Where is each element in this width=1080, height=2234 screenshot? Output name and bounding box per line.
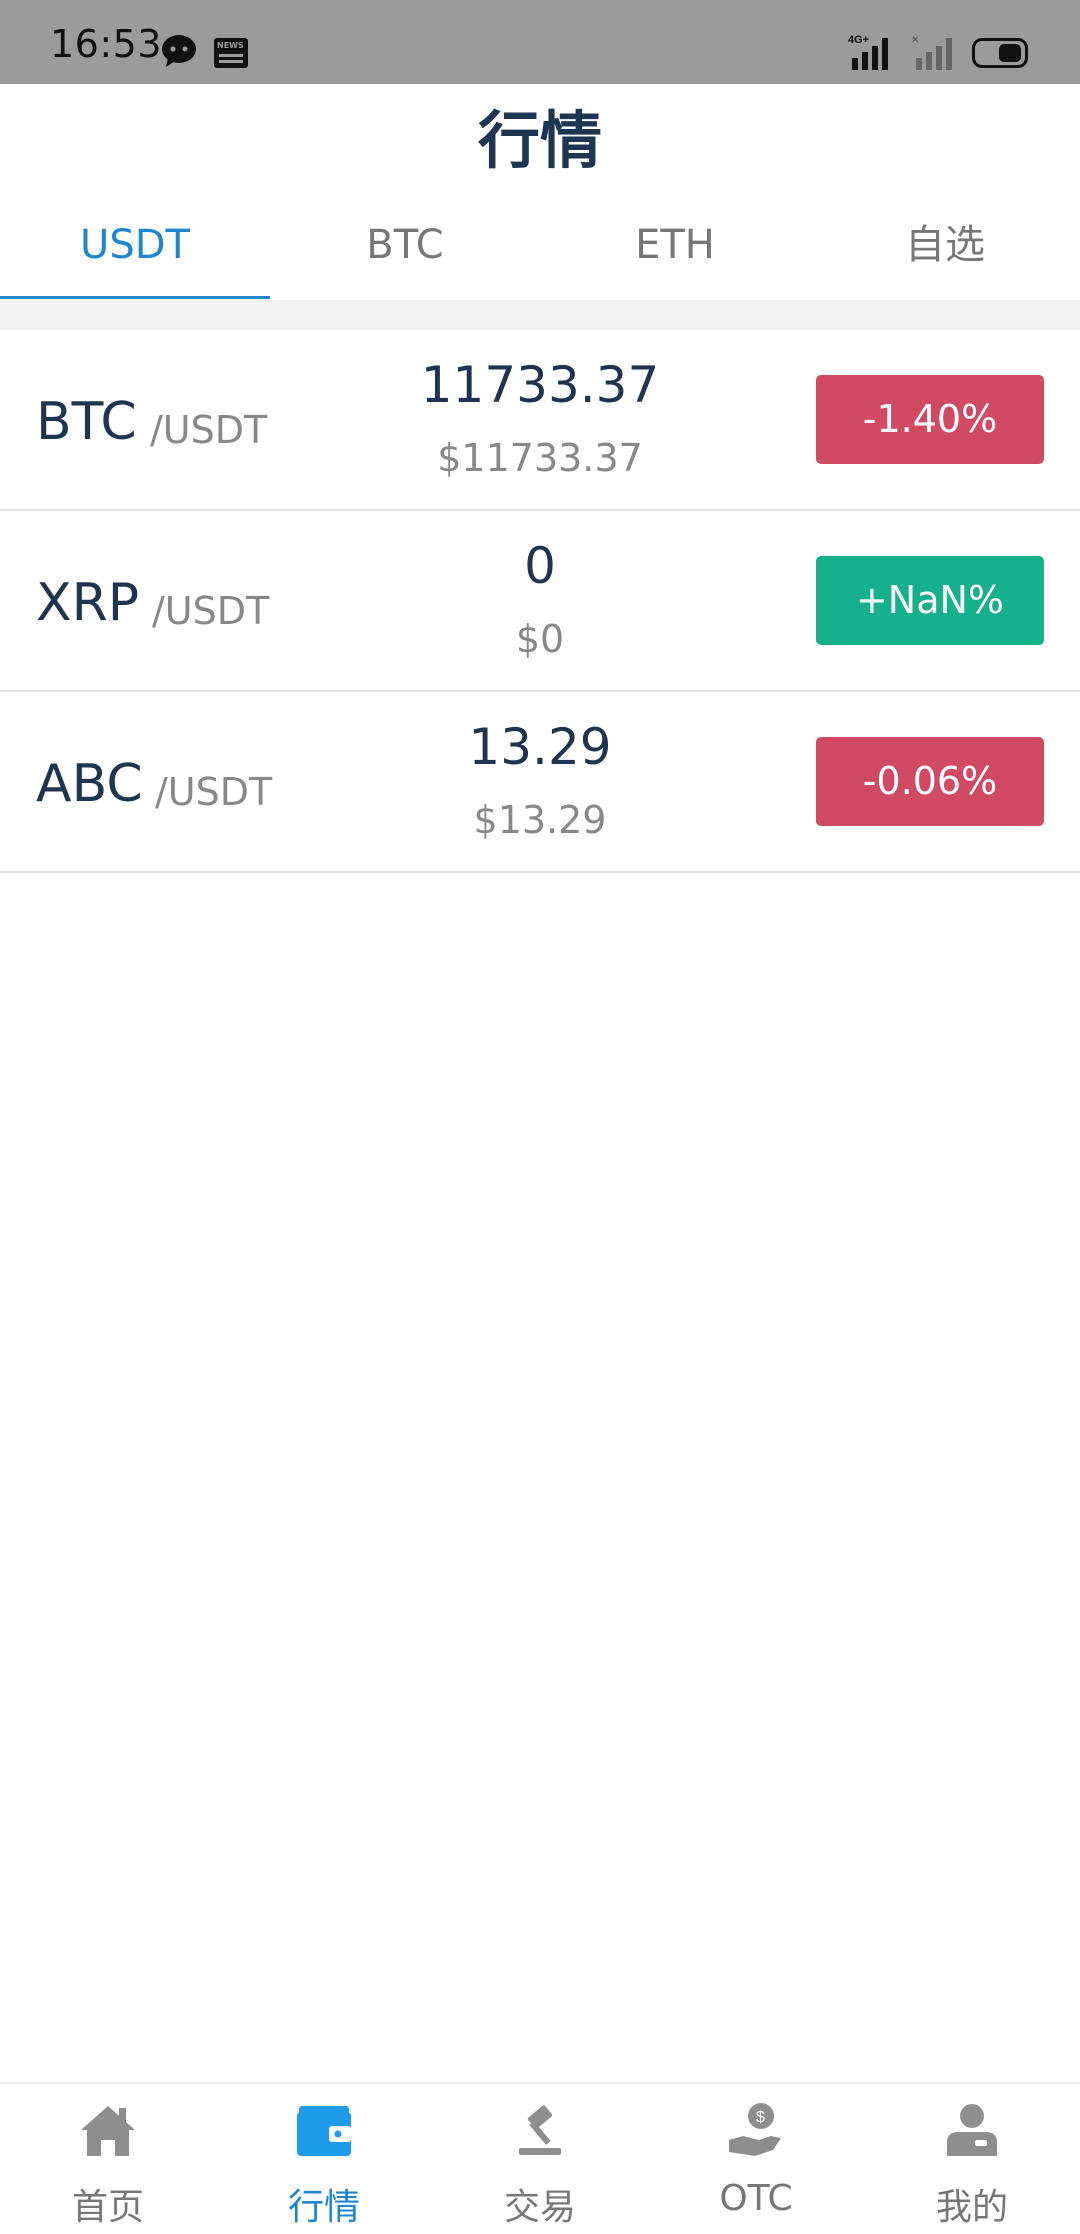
gavel-icon [519,2105,561,2155]
message-icon [162,35,196,67]
market-list: BTC /USDT 11733.37 $11733.37 -1.40% XRP … [0,330,1080,873]
nav-label: OTC [719,2178,793,2219]
nav-label: 我的 [935,2187,1008,2228]
user-icon [947,2104,997,2156]
tab-btc[interactable]: BTC [270,200,540,300]
bottom-nav: 首页 行情 交易 $ OTC 我的 [0,2082,1080,2232]
nav-trade[interactable]: 交易 [432,2084,648,2234]
tab-eth[interactable]: ETH [540,200,810,300]
pair-base: BTC [36,392,137,452]
nav-label: 交易 [503,2187,576,2228]
last-price: 11733.37 [420,356,660,414]
signal-4g-icon: 4G+ [848,34,888,70]
usd-price: $13.29 [473,798,607,842]
change-badge: -0.06% [816,737,1044,826]
tab-favorites[interactable]: 自选 [810,200,1080,300]
nav-otc[interactable]: $ OTC [648,2084,864,2234]
coin-hand-icon: $ [729,2103,781,2156]
usd-price: $0 [515,617,565,661]
status-bar: 16:53 4G+ × [0,0,1080,84]
market-tabs: USDT BTC ETH 自选 [0,200,1080,300]
signal-icon: × [912,34,952,70]
market-row-abc[interactable]: ABC /USDT 13.29 $13.29 -0.06% [0,692,1080,873]
nav-label: 行情 [287,2187,360,2228]
market-row-xrp[interactable]: XRP /USDT 0 $0 +NaN% [0,511,1080,692]
market-row-btc[interactable]: BTC /USDT 11733.37 $11733.37 -1.40% [0,330,1080,511]
last-price: 13.29 [468,718,612,776]
pair-quote: /USDT [155,770,273,814]
change-badge: +NaN% [816,556,1044,645]
page-title: 行情 [477,104,602,177]
pair-quote: /USDT [152,589,270,633]
change-badge: -1.40% [816,375,1044,464]
svg-text:4G+: 4G+ [848,34,869,46]
svg-text:$: $ [756,2109,765,2126]
svg-text:×: × [912,34,918,46]
tab-indicator [0,296,270,299]
pair-quote: /USDT [150,408,268,452]
nav-mine[interactable]: 我的 [864,2084,1080,2234]
news-icon [214,38,248,68]
header: 行情 [0,84,1080,177]
pair-base: ABC [36,754,143,814]
battery-icon [972,38,1028,68]
nav-market[interactable]: 行情 [216,2084,432,2234]
tab-usdt[interactable]: USDT [0,200,270,300]
usd-price: $11733.37 [437,436,643,480]
nav-home[interactable]: 首页 [0,2084,216,2234]
last-price: 0 [524,537,556,595]
wallet-icon [297,2106,351,2156]
pair-base: XRP [36,573,140,633]
home-icon [81,2106,135,2156]
status-time: 16:53 [50,22,163,66]
section-divider [0,300,1080,330]
nav-label: 首页 [71,2187,144,2228]
